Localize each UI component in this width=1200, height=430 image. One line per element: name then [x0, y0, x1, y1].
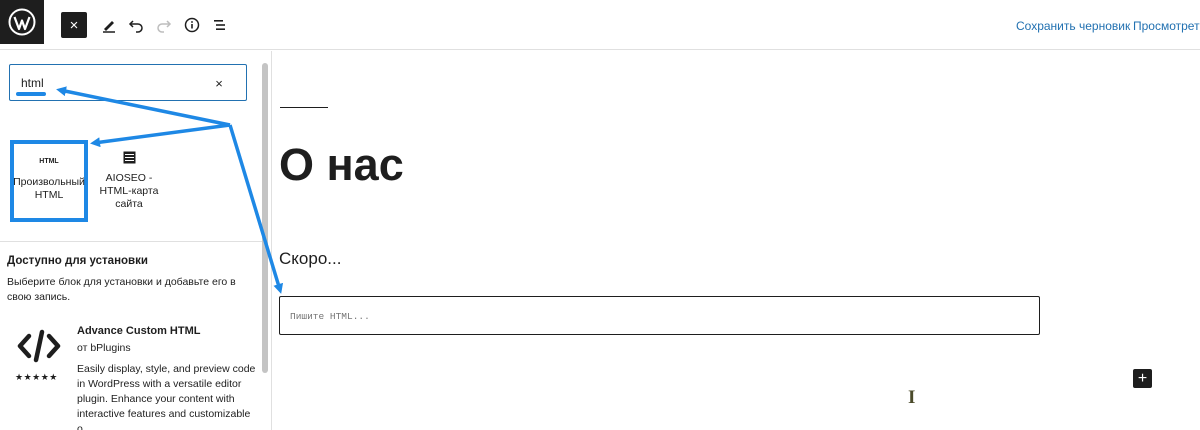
list-view-icon	[214, 20, 225, 30]
block-search-box: ×	[9, 64, 247, 101]
inserter-scrollbar[interactable]	[262, 63, 268, 373]
block-inserter-panel: × HTML Произвольный HTML AIOSEO - HTML-к…	[0, 51, 272, 430]
plugin-description: Easily display, style, and preview code …	[77, 363, 256, 430]
save-draft-button[interactable]: Сохранить черновик	[1016, 19, 1130, 33]
rating-stars: ★★★★★	[15, 372, 58, 382]
paragraph-block[interactable]: Скоро...	[279, 249, 341, 269]
block-aioseo-sitemap[interactable]: AIOSEO - HTML-карта сайта	[90, 140, 168, 222]
page-title[interactable]: О нас	[279, 139, 404, 191]
separator-block[interactable]	[280, 107, 328, 108]
add-block-button[interactable]: +	[1133, 369, 1152, 388]
plugin-author: от bPlugins	[77, 342, 131, 354]
sitemap-list-icon	[123, 148, 136, 166]
block-search-input[interactable]	[21, 75, 201, 91]
redo-button[interactable]	[151, 12, 177, 38]
html-icon: HTML	[39, 157, 59, 165]
editor-canvas[interactable]: О нас Скоро... Пишите HTML... + I	[273, 51, 1200, 430]
tools-button[interactable]	[96, 12, 122, 38]
code-brackets-icon[interactable]	[15, 322, 63, 370]
installable-section-title: Доступно для установки	[7, 255, 148, 267]
redo-icon	[157, 20, 172, 33]
details-button[interactable]	[179, 12, 205, 38]
block-label: Произвольный HTML	[13, 176, 85, 201]
undo-button[interactable]	[123, 12, 149, 38]
close-inserter-button[interactable]: ×	[61, 12, 87, 38]
pencil-icon	[103, 21, 115, 33]
clear-search-icon[interactable]: ×	[210, 74, 228, 92]
undo-icon	[128, 20, 143, 33]
list-view-button[interactable]	[207, 12, 233, 38]
preview-button[interactable]: Просмотреть	[1133, 19, 1200, 33]
plugin-name[interactable]: Advance Custom HTML	[77, 325, 200, 337]
info-icon	[184, 17, 200, 33]
close-icon: ×	[69, 16, 79, 34]
editor-top-bar: × Сохранить черновик Просмотреть	[0, 0, 1200, 50]
block-custom-html[interactable]: HTML Произвольный HTML	[10, 140, 88, 222]
html-code-input[interactable]: Пишите HTML...	[290, 311, 370, 322]
custom-html-block[interactable]: Пишите HTML...	[279, 296, 1040, 335]
wordpress-logo-icon[interactable]	[0, 0, 44, 44]
installable-section-description: Выберите блок для установки и добавьте е…	[7, 276, 236, 303]
text-cursor-icon: I	[908, 387, 916, 408]
section-divider	[0, 241, 262, 242]
block-label: AIOSEO - HTML-карта сайта	[99, 172, 159, 210]
